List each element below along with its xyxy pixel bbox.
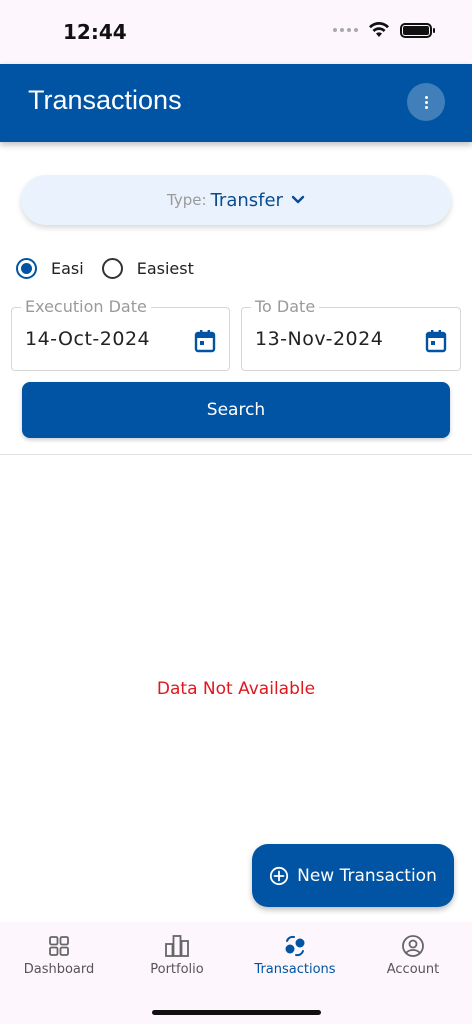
product-radio-group: Easi Easiest [16,258,212,279]
nav-label-account: Account [386,962,440,977]
radio-easi[interactable]: Easi [16,258,84,279]
wifi-icon [369,22,389,37]
nav-label-portfolio: Portfolio [150,962,204,977]
execution-date-field[interactable]: Execution Date 14-Oct-2024 [11,297,230,371]
app-bar: Transactions [0,64,472,142]
execution-date-value: 14-Oct-2024 [25,328,151,350]
divider [0,454,472,455]
to-date-field[interactable]: To Date 13-Nov-2024 [241,297,461,371]
nav-label-transactions: Transactions [254,962,336,977]
status-bar: 12:44 [0,0,472,64]
to-date-label: To Date [251,297,320,316]
bottom-nav: Dashboard Portfolio Transactions Account [0,922,472,1024]
radio-easiest[interactable]: Easiest [101,258,194,279]
calendar-icon[interactable] [194,329,216,353]
more-options-button[interactable] [407,83,445,121]
search-button[interactable]: Search [22,382,450,438]
account-icon [402,935,424,957]
execution-date-label: Execution Date [21,297,151,316]
new-transaction-label: New Transaction [297,865,437,886]
grid-icon [49,936,69,956]
nav-item-transactions[interactable]: Transactions [236,934,354,977]
nav-item-portfolio[interactable]: Portfolio [118,934,236,977]
calendar-icon[interactable] [425,329,447,353]
nav-label-dashboard: Dashboard [23,962,95,977]
empty-state-message: Data Not Available [156,679,316,699]
nav-item-dashboard[interactable]: Dashboard [0,934,118,977]
status-time: 12:44 [63,20,127,44]
radio-easi-label: Easi [51,259,84,278]
radio-easiest-circle[interactable] [101,258,123,279]
nav-item-account[interactable]: Account [354,934,472,977]
bar-chart-icon [165,935,189,957]
chevron-down-icon [291,195,305,204]
type-value: Transfer [210,189,283,211]
transactions-icon [285,935,305,957]
to-date-value: 13-Nov-2024 [255,328,384,350]
add-circle-icon [270,866,289,885]
type-label: Type: [167,191,207,209]
transaction-type-selector[interactable]: Type: Transfer [21,175,451,225]
radio-easiest-label: Easiest [136,259,194,278]
new-transaction-button[interactable]: New Transaction [252,844,454,907]
radio-easi-circle[interactable] [16,258,37,279]
status-icons [333,22,435,38]
page-title: Transactions [28,85,182,115]
signal-icon [333,28,358,32]
home-indicator [152,1010,321,1015]
more-vert-icon [424,95,428,99]
battery-icon [400,22,435,38]
